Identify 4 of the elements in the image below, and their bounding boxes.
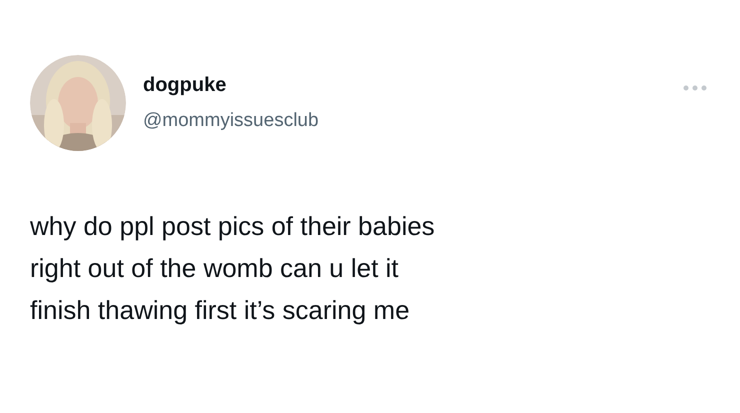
display-name[interactable]: dogpuke xyxy=(143,72,319,98)
user-handle[interactable]: @mommyissuesclub xyxy=(143,108,319,134)
tweet-text: why do ppl post pics of their babies right out of the womb can u let it finish thawing first it’s scaring me xyxy=(30,210,435,327)
more-icon[interactable] xyxy=(682,84,708,92)
